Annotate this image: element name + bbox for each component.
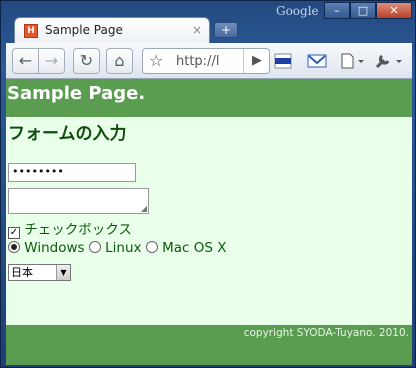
window-controls: – □ ✕ bbox=[324, 2, 412, 19]
password-input[interactable]: •••••••• bbox=[8, 163, 136, 182]
radio-macosx-label[interactable]: Mac OS X bbox=[162, 240, 226, 256]
browser-toolbar: ← → ↻ ⌂ ☆ http://l ▶ bbox=[6, 43, 412, 79]
google-label: Google bbox=[276, 4, 319, 18]
radio-macosx[interactable] bbox=[145, 241, 158, 253]
back-arrow-icon: ← bbox=[18, 51, 33, 70]
minimize-button[interactable]: – bbox=[324, 2, 350, 19]
radio-windows[interactable] bbox=[8, 241, 20, 253]
checkmark-icon: ✓ bbox=[9, 227, 19, 238]
forward-button[interactable]: → bbox=[38, 48, 65, 74]
checkbox-row: ✓ チェックボックス bbox=[8, 218, 132, 239]
tab-title: Sample Page bbox=[45, 23, 123, 37]
flag-extension-icon[interactable] bbox=[274, 53, 292, 73]
tab-sample-page[interactable]: H Sample Page × bbox=[14, 17, 210, 43]
radio-group: Windows Linux Mac OS X bbox=[8, 240, 227, 256]
reload-button[interactable]: ↻ bbox=[73, 48, 100, 74]
copyright-text: copyright SYODA-Tuyano. 2010. bbox=[243, 327, 409, 339]
html-favicon-icon: H bbox=[24, 24, 38, 38]
section-title: フォームの入力 bbox=[8, 124, 127, 144]
url-text[interactable]: http://l bbox=[176, 54, 219, 69]
page-content: Sample Page. フォームの入力 •••••••• ◢ ✓ チェックボッ… bbox=[6, 79, 412, 365]
browser-window: Google – □ ✕ H Sample Page × + ← → ↻ ⌂ ☆… bbox=[0, 0, 416, 368]
radio-linux[interactable] bbox=[88, 241, 101, 253]
country-select[interactable]: 日本 ▼ bbox=[8, 264, 71, 281]
back-button[interactable]: ← bbox=[12, 48, 39, 74]
bookmark-star-icon[interactable]: ☆ bbox=[149, 51, 163, 70]
close-window-button[interactable]: ✕ bbox=[376, 2, 412, 19]
page-menu-icon[interactable] bbox=[339, 53, 365, 73]
maximize-button[interactable]: □ bbox=[350, 2, 376, 19]
gmail-icon[interactable] bbox=[307, 53, 327, 73]
home-icon: ⌂ bbox=[114, 51, 125, 70]
go-icon[interactable]: ▶ bbox=[243, 49, 269, 73]
site-header: Sample Page. bbox=[6, 79, 412, 117]
radio-windows-label[interactable]: Windows bbox=[24, 240, 84, 256]
resize-grip-icon[interactable]: ◢ bbox=[141, 204, 147, 213]
wrench-menu-icon[interactable] bbox=[374, 53, 404, 73]
new-tab-button[interactable]: + bbox=[214, 22, 238, 38]
checkbox[interactable]: ✓ bbox=[8, 227, 20, 239]
reload-icon: ↻ bbox=[79, 51, 94, 70]
address-bar[interactable]: ☆ http://l ▶ bbox=[142, 48, 270, 74]
radio-linux-label[interactable]: Linux bbox=[105, 240, 141, 256]
select-value: 日本 bbox=[11, 266, 33, 279]
tab-close-icon[interactable]: × bbox=[192, 23, 202, 37]
textarea-input[interactable]: ◢ bbox=[8, 188, 149, 214]
checkbox-label[interactable]: チェックボックス bbox=[24, 222, 132, 238]
forward-arrow-icon: → bbox=[44, 51, 59, 70]
site-footer: copyright SYODA-Tuyano. 2010. bbox=[6, 325, 412, 365]
chevron-down-icon[interactable]: ▼ bbox=[56, 265, 70, 280]
home-button[interactable]: ⌂ bbox=[106, 48, 133, 74]
